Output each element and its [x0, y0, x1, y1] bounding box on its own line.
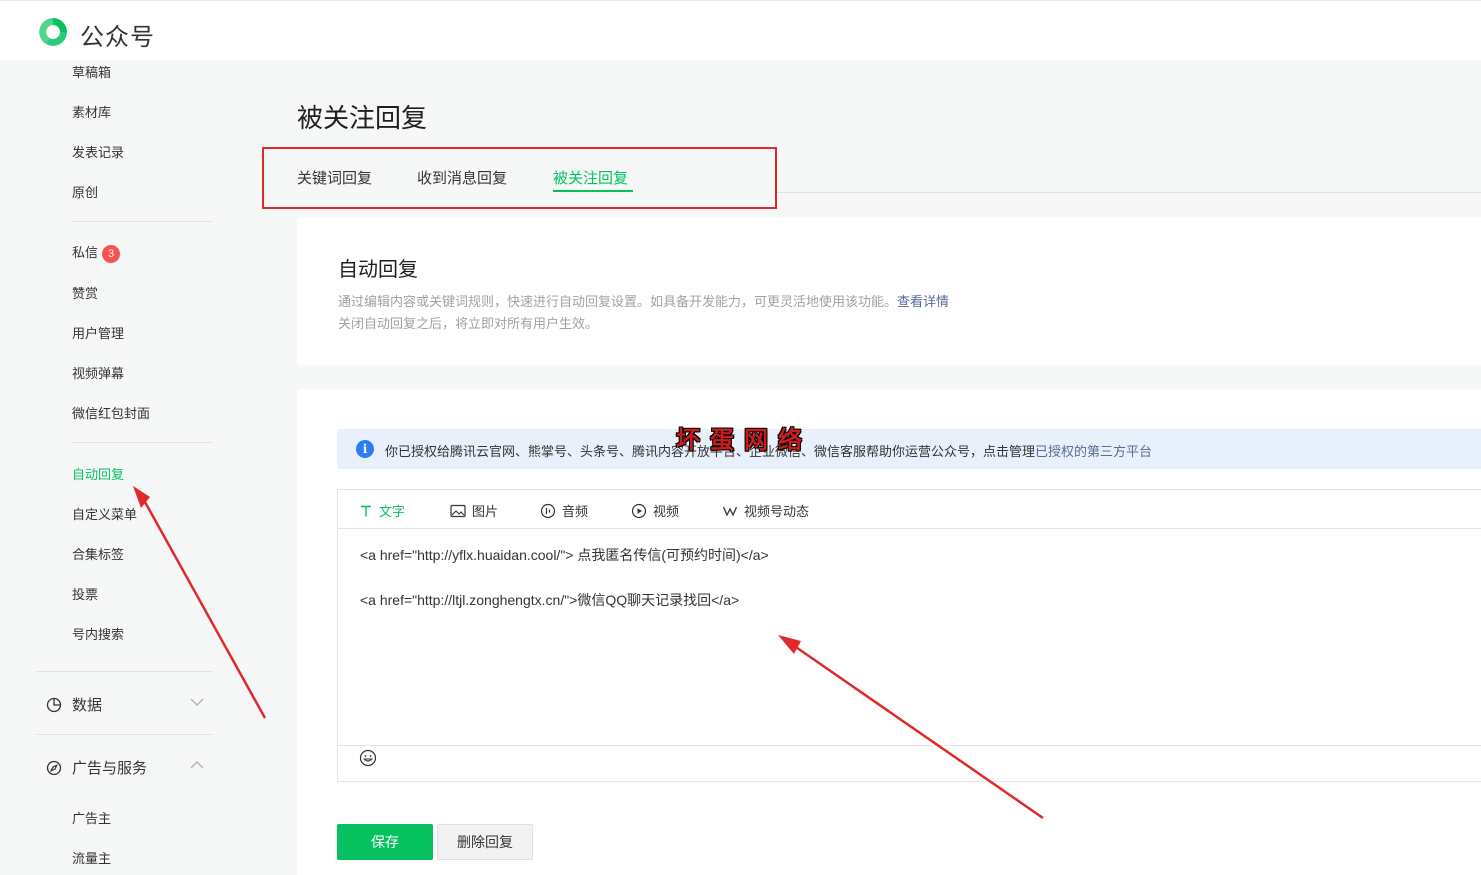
unread-badge: 3 — [102, 244, 121, 263]
top-bar: 公众号 — [0, 0, 1481, 60]
auto-reply-title: 自动回复 — [338, 259, 418, 281]
brand-name: 公众号 — [80, 24, 155, 51]
tool-channels-post[interactable]: 视频号动态 — [722, 501, 809, 520]
page-title: 被关注回复 — [297, 103, 428, 133]
description-text: 通过编辑内容或关键词规则，快速进行自动回复设置。如具备开发能力，可更灵活地使用该… — [338, 294, 898, 309]
tool-label: 音频 — [562, 504, 589, 519]
sidebar-item-label: 私信 — [72, 245, 99, 260]
sidebar-item-vote[interactable]: 投票 — [72, 584, 98, 603]
sidebar-item-custom-menu[interactable]: 自定义菜单 — [72, 504, 137, 523]
sidebar-divider — [72, 221, 213, 222]
emoji-icon[interactable] — [359, 749, 377, 767]
tool-text[interactable]: 文字 — [359, 501, 405, 520]
save-button[interactable]: 保存 — [337, 824, 433, 860]
editor-content-line[interactable]: <a href="http://yflx.huaidan.cool/"> 点我匿… — [360, 545, 769, 565]
view-details-link[interactable]: 查看详情 — [897, 294, 949, 309]
tab-follow-reply[interactable]: 被关注回复 — [553, 167, 628, 188]
editor-footer-divider — [338, 745, 1481, 746]
tool-label: 图片 — [472, 504, 499, 519]
chevron-up-icon[interactable] — [190, 760, 204, 770]
tabs-divider — [777, 192, 1481, 193]
sidebar-item-collection-tags[interactable]: 合集标签 — [72, 544, 124, 563]
sidebar-item-user-management[interactable]: 用户管理 — [72, 323, 124, 342]
sidebar-item-messages[interactable]: 私信 3 — [72, 242, 121, 263]
sidebar-item-video-danmaku[interactable]: 视频弹幕 — [72, 363, 124, 382]
sidebar-item-advertiser[interactable]: 广告主 — [72, 808, 111, 827]
editor-content-line[interactable]: <a href="http://ltjl.zonghengtx.cn/">微信Q… — [360, 590, 739, 610]
third-party-platforms-link[interactable]: 已授权的第三方平台 — [1035, 444, 1152, 459]
tool-image[interactable]: 图片 — [450, 501, 498, 520]
editor-toolbar-divider — [338, 528, 1481, 529]
sidebar-divider — [36, 734, 213, 735]
sidebar-group-ads-services[interactable]: 广告与服务 — [46, 757, 147, 778]
tool-label: 视频 — [653, 504, 680, 519]
sidebar-item-in-account-search[interactable]: 号内搜索 — [72, 624, 124, 643]
auto-reply-note: 关闭自动回复之后，将立即对所有用户生效。 — [338, 316, 599, 331]
video-play-icon — [631, 503, 647, 518]
sidebar-item-materials[interactable]: 素材库 — [72, 102, 111, 121]
text-icon — [361, 505, 371, 516]
info-icon: i — [356, 440, 374, 458]
sidebar-item-publish-records[interactable]: 发表记录 — [72, 142, 124, 161]
sidebar-item-publisher[interactable]: 流量主 — [72, 848, 111, 867]
wechat-official-logo-icon[interactable] — [36, 15, 70, 49]
sidebar-item-auto-reply[interactable]: 自动回复 — [72, 464, 124, 483]
pie-chart-icon — [46, 697, 62, 712]
tool-audio[interactable]: 音频 — [540, 501, 588, 520]
watermark: 坏蛋网络 — [676, 427, 812, 454]
reply-editor — [337, 489, 1481, 782]
image-icon — [450, 504, 466, 517]
auto-reply-description: 通过编辑内容或关键词规则，快速进行自动回复设置。如具备开发能力，可更灵活地使用该… — [338, 291, 949, 310]
sidebar-item-original[interactable]: 原创 — [72, 182, 98, 201]
audio-icon — [540, 503, 556, 518]
channels-icon — [722, 506, 738, 517]
tool-label: 视频号动态 — [744, 504, 810, 519]
sidebar-item-red-packet-cover[interactable]: 微信红包封面 — [72, 403, 150, 422]
tool-video[interactable]: 视频 — [631, 501, 679, 520]
active-tab-indicator — [553, 190, 633, 192]
tool-label: 文字 — [379, 504, 406, 519]
tab-message-reply[interactable]: 收到消息回复 — [417, 167, 507, 188]
sidebar-divider — [72, 442, 213, 443]
sidebar-item-rewards[interactable]: 赞赏 — [72, 283, 98, 302]
sidebar-item-drafts[interactable]: 草稿箱 — [72, 62, 111, 81]
compass-icon — [46, 760, 62, 775]
delete-reply-button[interactable]: 删除回复 — [437, 824, 533, 860]
sidebar-group-label: 数据 — [72, 697, 103, 714]
sidebar-divider — [36, 671, 213, 672]
sidebar-group-data[interactable]: 数据 — [46, 694, 102, 715]
chevron-down-icon[interactable] — [190, 697, 204, 707]
tab-keyword-reply[interactable]: 关键词回复 — [297, 167, 372, 188]
sidebar-group-label: 广告与服务 — [72, 760, 148, 777]
